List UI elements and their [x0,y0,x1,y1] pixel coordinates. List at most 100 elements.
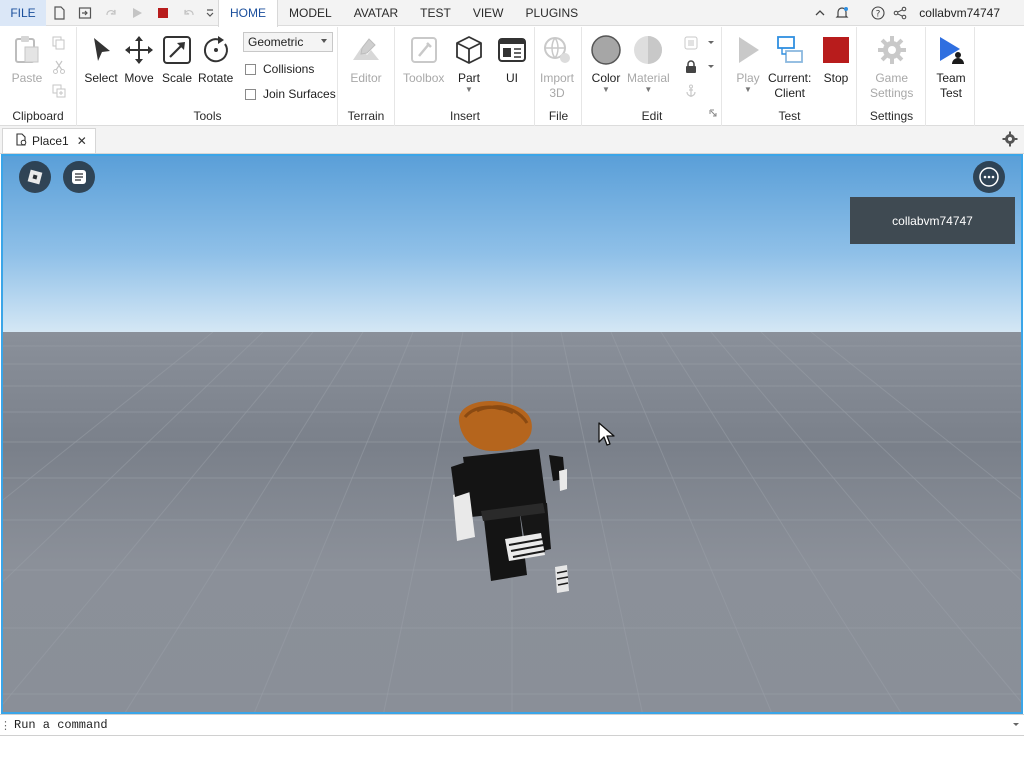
settings-group-label: Settings [869,109,914,123]
import-3d-label-line2: 3D [549,86,565,100]
tab-model[interactable]: MODEL [278,0,343,26]
notifications-bell-icon[interactable] [831,0,853,26]
account-username[interactable]: collabvm74747 [911,6,1024,20]
paste-button[interactable]: Paste [10,33,44,86]
edit-group: Color ▼ Material ▼ Edit [583,27,722,126]
transform-mode-dropdown[interactable]: Geometric [243,32,333,52]
new-file-icon[interactable] [46,0,72,26]
rotate-tool-button[interactable]: Rotate [198,33,233,86]
scale-tool-button[interactable]: Scale [160,33,194,86]
import-3d-button[interactable]: Import 3D [540,33,574,101]
redo-icon[interactable] [98,0,124,26]
tab-place1[interactable]: Place1 ✕ [2,128,96,153]
tab-plugins[interactable]: PLUGINS [514,0,589,26]
material-dropdown-caret-icon[interactable]: ▼ [644,86,652,94]
current-client-button[interactable]: Current: Client [768,33,811,101]
player-avatar [451,401,569,593]
tab-avatar[interactable]: AVATAR [343,0,409,26]
join-surfaces-checkbox[interactable]: Join Surfaces [245,87,336,101]
player-name: collabvm74747 [892,213,973,228]
command-bar: ⋮ [0,714,1024,736]
command-history-dropdown-icon[interactable] [1008,722,1024,728]
team-test-label-line1: Team [936,71,966,85]
group-icon[interactable] [682,34,700,52]
part-dropdown-caret-icon[interactable]: ▼ [465,86,473,94]
chat-button[interactable] [63,161,95,193]
file-menu-button[interactable]: FILE [0,0,46,26]
game-settings-button[interactable]: Game Settings [870,33,913,101]
undo-icon[interactable] [176,0,202,26]
more-options-button[interactable] [973,161,1005,193]
color-button[interactable]: Color ▼ [589,33,623,94]
move-tool-button[interactable]: Move [122,33,156,86]
lock-dropdown-caret-icon[interactable] [702,58,720,76]
cut-icon[interactable] [50,58,68,76]
command-bar-grip-icon[interactable]: ⋮ [0,719,11,732]
terrain-editor-button[interactable]: Editor [349,33,383,86]
stop-button[interactable]: Stop [819,33,853,86]
share-icon[interactable] [889,0,911,26]
help-icon[interactable]: ? [867,0,889,26]
insert-part-button[interactable]: Part ▼ [452,33,486,94]
quick-play-icon[interactable] [124,0,150,26]
terrain-editor-icon [349,33,383,67]
join-surfaces-label: Join Surfaces [263,87,336,101]
group-dropdown-caret-icon[interactable] [702,34,720,52]
tab-view[interactable]: VIEW [462,0,515,26]
toolbox-button[interactable]: Toolbox [403,33,444,86]
player-list-entry[interactable]: collabvm74747 [850,197,1015,244]
anchor-icon[interactable] [682,82,700,100]
file-group-label: File [548,109,569,123]
test-group: Play ▼ Current: Client Stop Test [723,27,857,126]
select-tool-button[interactable]: Select [84,33,118,86]
play-dropdown-caret-icon[interactable]: ▼ [744,86,752,94]
game-settings-label-line1: Game [875,71,909,85]
material-sphere-icon [631,33,665,67]
dropdown-caret-icon [321,39,327,43]
game-viewport[interactable]: collabvm74747 [1,154,1023,714]
collapse-ribbon-icon[interactable] [809,0,831,26]
move-arrows-icon [122,33,156,67]
tab-place1-label: Place1 [32,134,69,148]
file-group: Import 3D File [536,27,582,126]
quick-stop-icon[interactable] [150,0,176,26]
studio-settings-gear-icon[interactable] [1002,131,1018,150]
ui-window-icon [495,33,529,67]
quick-access-customize-icon[interactable] [202,0,218,26]
close-tab-icon[interactable]: ✕ [77,134,87,148]
clipboard-group-label: Clipboard [12,109,64,123]
color-dropdown-caret-icon[interactable]: ▼ [602,86,610,94]
collisions-checkbox-box [245,63,256,75]
lock-icon[interactable] [682,58,700,76]
team-test-group: Team Test [927,27,975,126]
current-client-label-line2: Client [774,86,806,100]
tab-home[interactable]: HOME [218,0,278,27]
part-cube-icon [452,33,486,67]
terrain-editor-label: Editor [350,71,382,85]
toolbox-label: Toolbox [403,71,445,85]
material-button[interactable]: Material ▼ [627,33,670,94]
play-button[interactable]: Play ▼ [731,33,765,94]
import-3d-globe-icon [540,33,574,67]
menubar-right: ? collabvm74747 [809,0,1024,26]
duplicate-icon[interactable] [50,82,68,100]
roblox-logo-icon [27,169,43,185]
command-input[interactable] [10,715,1008,735]
collisions-checkbox[interactable]: Collisions [245,62,314,76]
toolbox-icon [407,33,441,67]
edit-group-label: Edit [641,109,663,123]
roblox-menu-button[interactable] [19,161,51,193]
publish-icon[interactable] [72,0,98,26]
rotate-label: Rotate [198,71,234,85]
tab-test[interactable]: TEST [409,0,462,26]
insert-group-label: Insert [449,109,480,123]
insert-group: Toolbox Part ▼ UI Insert [396,27,535,126]
terrain-group: Editor Terrain [338,27,395,126]
transform-mode-value: Geometric [248,35,304,49]
copy-icon[interactable] [50,34,68,52]
collisions-label: Collisions [263,62,315,76]
team-test-button[interactable]: Team Test [934,33,968,101]
stop-label: Stop [823,71,849,85]
insert-ui-button[interactable]: UI [495,33,529,86]
